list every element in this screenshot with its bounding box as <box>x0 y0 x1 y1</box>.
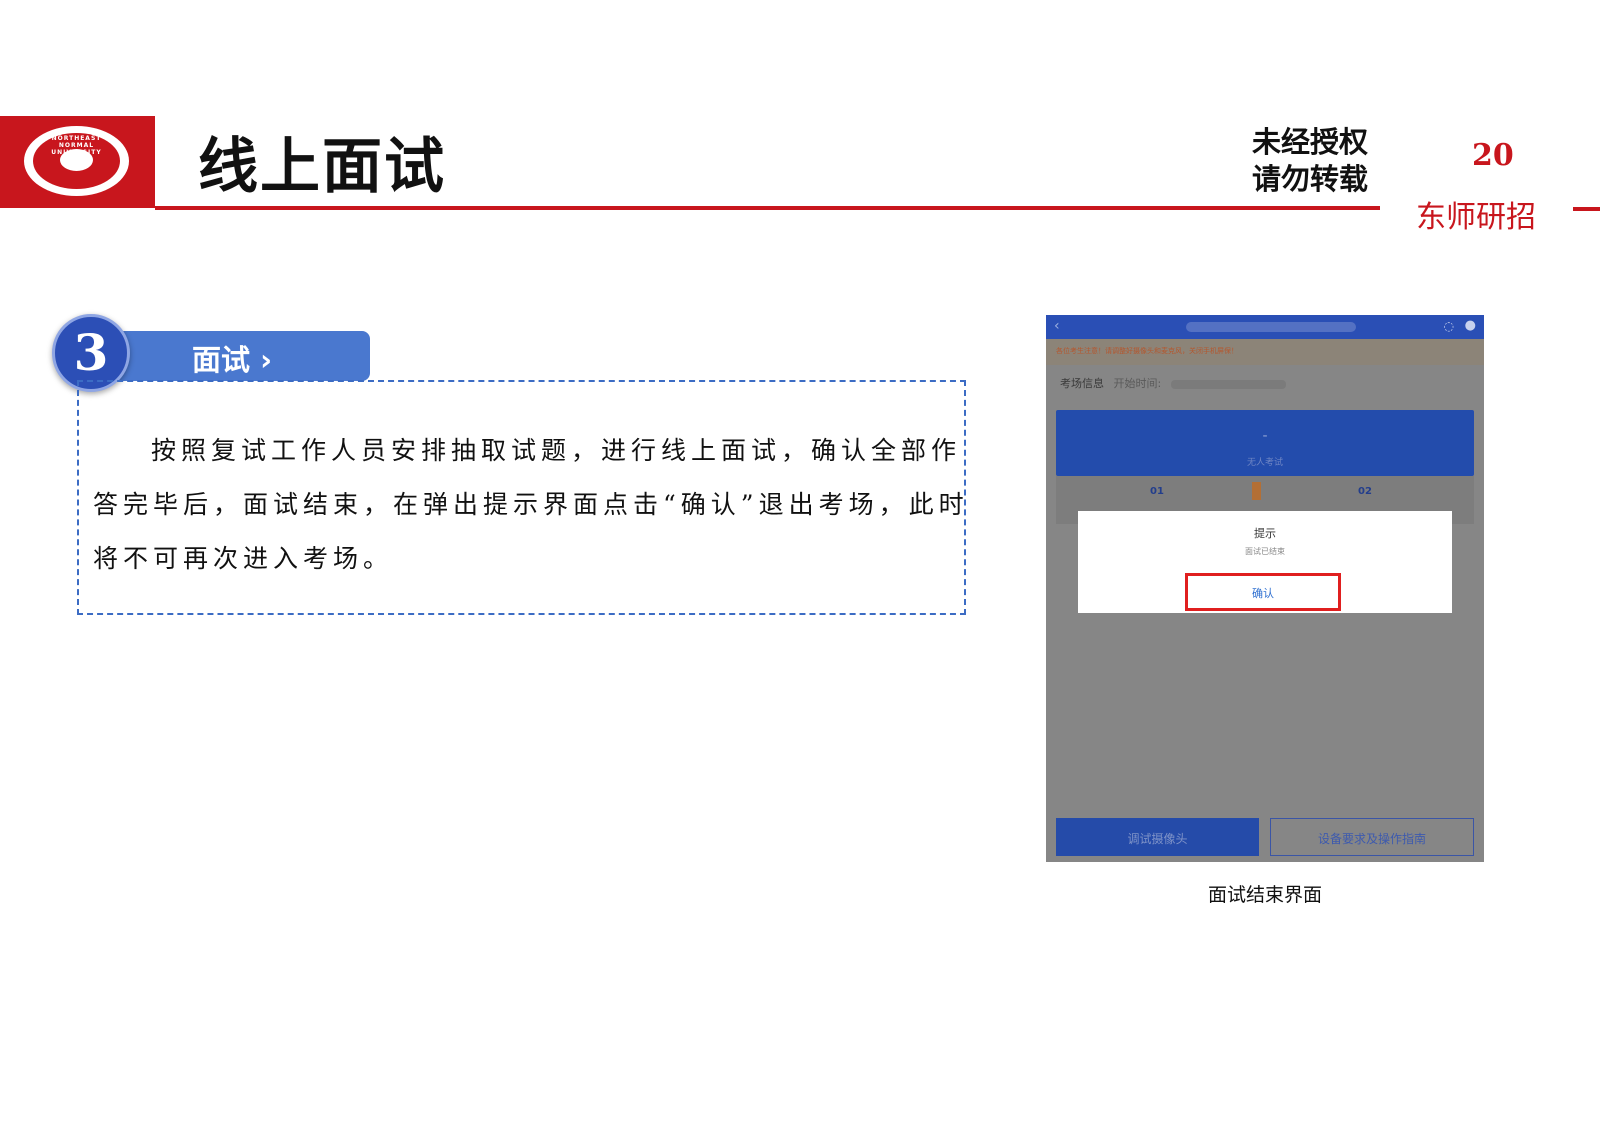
back-chevron-icon[interactable]: ‹ <box>1054 318 1060 334</box>
instruction-text: 按照复试工作人员安排抽取试题，进行线上面试，确认全部作答完毕后，面试结束，在弹出… <box>93 436 969 573</box>
notice-bar: 各位考生注意！请调整好摄像头和麦克风，关闭手机屏保！ <box>1046 339 1484 365</box>
app-topbar: ‹ ◌ ● <box>1046 315 1484 339</box>
device-guide-button[interactable]: 设备要求及操作指南 <box>1270 818 1474 856</box>
exam-info-row: 考场信息 开始时间: <box>1060 375 1286 391</box>
dialog-title: 提示 <box>1254 527 1276 540</box>
university-logo: NORTHEAST NORMAL UNIVERSITY <box>0 116 155 208</box>
device-guide-label: 设备要求及操作指南 <box>1317 832 1426 846</box>
start-time-label: 开始时间: <box>1113 377 1162 390</box>
user-icon[interactable]: ● <box>1465 318 1476 333</box>
copyright-line-2: 请勿转载 <box>1252 162 1369 196</box>
screenshot-caption: 面试结束界面 <box>1207 884 1322 906</box>
step-tab: 面试 › <box>112 331 370 381</box>
instruction-box: 按照复试工作人员安排抽取试题，进行线上面试，确认全部作答完毕后，面试结束，在弹出… <box>77 380 966 615</box>
status-dash: - <box>1262 428 1268 444</box>
step-connector <box>1252 482 1261 500</box>
status-subtitle: 无人考试 <box>1246 458 1283 468</box>
exam-status-card: - 无人考试 <box>1056 410 1474 476</box>
confirm-button-label: 确认 <box>1252 587 1274 600</box>
chat-icon[interactable]: ◌ <box>1444 319 1454 333</box>
debug-camera-label: 调试摄像头 <box>1127 832 1188 846</box>
seal-emblem: NORTHEAST NORMAL UNIVERSITY <box>24 126 129 196</box>
header-divider-right <box>1573 207 1600 211</box>
brand-name: 东师研招 <box>1416 200 1536 235</box>
debug-camera-button[interactable]: 调试摄像头 <box>1056 818 1259 856</box>
notice-text: 各位考生注意！请调整好摄像头和麦克风，关闭手机屏保！ <box>1056 347 1238 355</box>
dialog-message: 面试已结束 <box>1245 547 1285 556</box>
header-divider <box>155 206 1380 210</box>
page-number: 20 <box>1472 138 1514 173</box>
prompt-dialog: 提示 面试已结束 确认 <box>1078 511 1452 613</box>
blurred-time <box>1170 379 1286 389</box>
step-01: 01 <box>1150 486 1164 497</box>
copyright-notice: 未经授权 请勿转载 <box>1252 124 1368 198</box>
copyright-line-1: 未经授权 <box>1252 125 1369 159</box>
exam-end-screenshot: ‹ ◌ ● 各位考生注意！请调整好摄像头和麦克风，关闭手机屏保！ 考场信息 开始… <box>1046 315 1484 862</box>
step-02: 02 <box>1358 486 1372 497</box>
blurred-title <box>1186 322 1356 332</box>
confirm-button[interactable]: 确认 <box>1185 573 1341 611</box>
step-number: 3 <box>73 323 109 382</box>
page-title: 线上面试 <box>198 132 446 202</box>
step-label: 面试 › <box>192 343 273 377</box>
exam-info-label: 考场信息 <box>1060 377 1104 390</box>
